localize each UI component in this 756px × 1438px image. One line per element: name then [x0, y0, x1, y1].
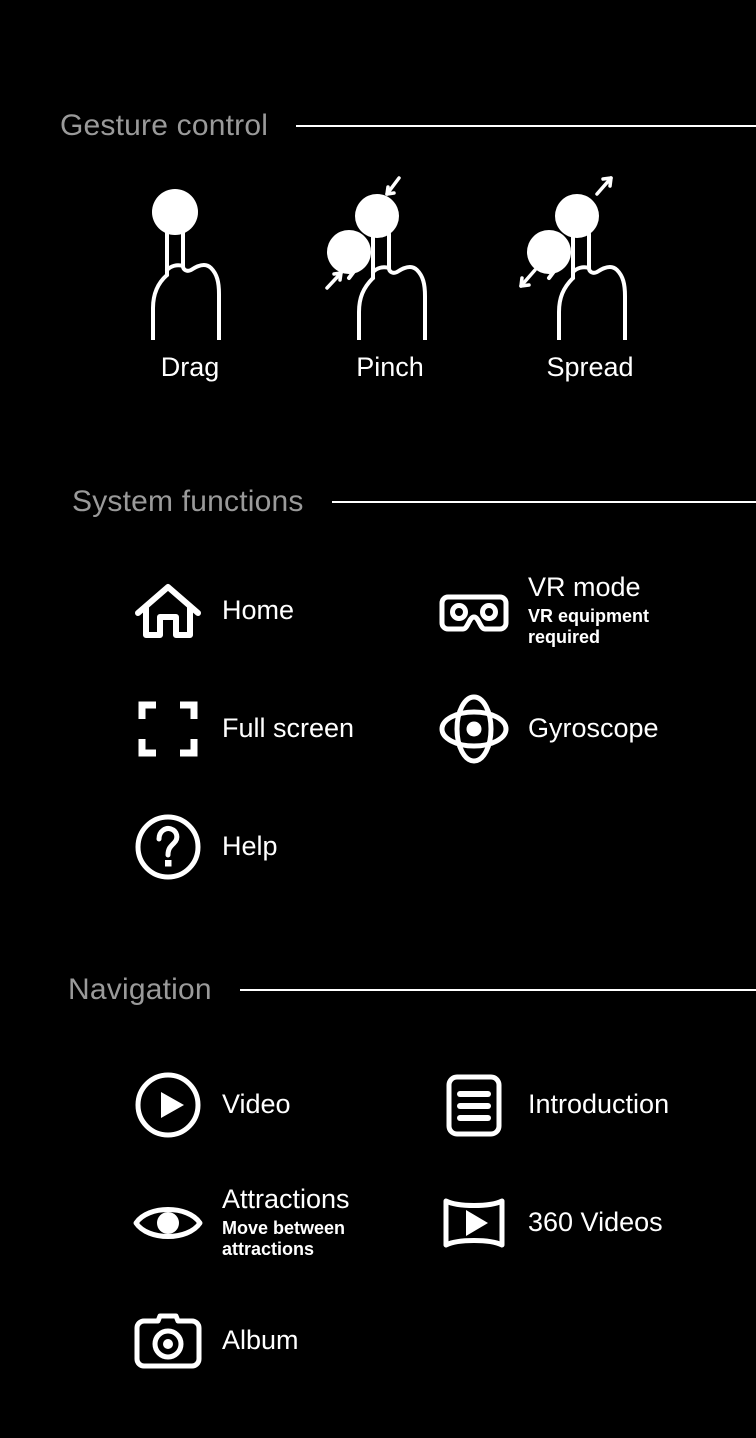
table-row: Video Introduction	[0, 1046, 756, 1164]
table-row: Full screen Gyroscope	[0, 670, 756, 788]
fullscreen-icon	[132, 693, 204, 765]
gesture-item-pinch[interactable]: Pinch	[300, 170, 480, 383]
system-item-vr-mode-labels: VR mode VR equipment required	[528, 573, 698, 648]
gesture-list: Drag Pinch Spread	[100, 170, 680, 383]
system-item-label: Help	[222, 831, 278, 862]
gesture-item-drag[interactable]: Drag	[100, 170, 280, 383]
system-item-home-labels: Home	[222, 595, 295, 626]
section-header-gesture-control: Gesture control	[0, 106, 756, 146]
nav-item-album[interactable]: Album	[132, 1282, 299, 1400]
nav-item-attractions[interactable]: Attractions Move between attractions	[132, 1164, 392, 1282]
nav-item-360-videos-labels: 360 Videos	[528, 1207, 663, 1238]
system-functions-grid: Home VR mode VR equipment required Full …	[0, 552, 756, 906]
navigation-grid: Video Introduction Attractions Move betw…	[0, 1046, 756, 1400]
nav-item-video-labels: Video	[222, 1089, 291, 1120]
camera-icon	[132, 1305, 204, 1377]
system-item-help-labels: Help	[222, 831, 278, 862]
system-item-label: Gyroscope	[528, 713, 659, 744]
nav-item-label: Introduction	[528, 1089, 670, 1120]
gesture-label-spread: Spread	[546, 352, 634, 382]
system-item-full-screen[interactable]: Full screen	[132, 670, 354, 788]
section-divider	[239, 989, 756, 991]
system-item-vr-mode[interactable]: VR mode VR equipment required	[438, 552, 698, 670]
one-finger-drag-icon	[115, 170, 265, 342]
nav-item-introduction-labels: Introduction	[528, 1089, 670, 1120]
section-divider	[331, 501, 756, 503]
table-row: Help	[0, 788, 756, 906]
section-header-navigation: Navigation	[0, 970, 756, 1010]
nav-item-label: Video	[222, 1089, 291, 1120]
system-item-gyroscope-labels: Gyroscope	[528, 713, 659, 744]
system-item-full-screen-labels: Full screen	[222, 713, 355, 744]
help-overlay-screen: Gesture control Drag Pinch Spread System…	[0, 0, 756, 1438]
two-finger-pinch-icon	[315, 170, 465, 342]
gesture-label-pinch: Pinch	[356, 352, 424, 382]
gesture-item-spread[interactable]: Spread	[500, 170, 680, 383]
nav-item-subtitle: Move between attractions	[222, 1218, 346, 1260]
eye-icon	[132, 1187, 204, 1259]
nav-item-label: 360 Videos	[528, 1207, 663, 1238]
section-title-navigation: Navigation	[68, 973, 212, 1006]
nav-item-label: Album	[222, 1325, 299, 1356]
nav-item-attractions-labels: Attractions Move between attractions	[222, 1185, 392, 1260]
nav-item-introduction[interactable]: Introduction	[438, 1046, 669, 1164]
gesture-label-drag: Drag	[160, 352, 220, 382]
section-divider	[296, 125, 756, 127]
system-item-label: Home	[222, 595, 295, 626]
table-row: Attractions Move between attractions 360…	[0, 1164, 756, 1282]
nav-item-360-videos[interactable]: 360 Videos	[438, 1164, 663, 1282]
nav-item-video[interactable]: Video	[132, 1046, 291, 1164]
system-item-help[interactable]: Help	[132, 788, 278, 906]
section-title-gesture-control: Gesture control	[60, 109, 269, 142]
system-item-home[interactable]: Home	[132, 552, 294, 670]
two-finger-spread-icon	[515, 170, 665, 342]
table-row: Album	[0, 1282, 756, 1400]
section-header-system-functions: System functions	[0, 482, 756, 522]
panorama-play-icon	[438, 1187, 510, 1259]
section-title-system-functions: System functions	[72, 485, 304, 518]
nav-item-label: Attractions	[222, 1184, 350, 1215]
system-item-subtitle: VR equipment required	[528, 606, 650, 648]
vr-goggles-icon	[438, 575, 510, 647]
system-item-label: Full screen	[222, 713, 355, 744]
home-icon	[132, 575, 204, 647]
gyroscope-icon	[438, 693, 510, 765]
play-circle-icon	[132, 1069, 204, 1141]
table-row: Home VR mode VR equipment required	[0, 552, 756, 670]
question-mark-circle-icon	[132, 811, 204, 883]
document-lines-icon	[438, 1069, 510, 1141]
system-item-gyroscope[interactable]: Gyroscope	[438, 670, 659, 788]
system-item-label: VR mode	[528, 572, 641, 603]
nav-item-album-labels: Album	[222, 1325, 299, 1356]
